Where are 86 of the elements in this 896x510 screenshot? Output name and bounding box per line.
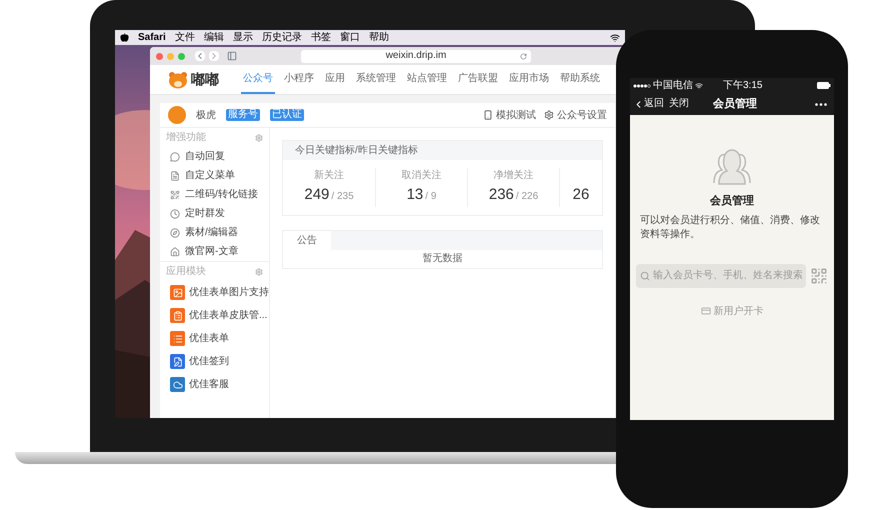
settings-icon bbox=[544, 110, 554, 120]
menu-item[interactable]: 编辑 bbox=[204, 32, 224, 42]
card-icon bbox=[700, 306, 710, 316]
stat-value: 26 bbox=[572, 185, 590, 205]
stat-label: 净增关注 bbox=[494, 168, 534, 182]
sidebar-item[interactable]: 优佳表单皮肤管... bbox=[160, 304, 269, 327]
qr-code-icon[interactable] bbox=[810, 266, 828, 284]
empty-message: 暂无数据 bbox=[422, 252, 462, 266]
stat-previous: / 226 bbox=[516, 190, 538, 204]
forward-icon[interactable] bbox=[209, 51, 219, 61]
account-name: 极虎 bbox=[196, 108, 216, 122]
back-icon[interactable] bbox=[195, 51, 205, 61]
menu-item[interactable]: 文件 bbox=[174, 32, 195, 42]
carrier-label: 中国电信 bbox=[653, 80, 693, 90]
sign-app-icon bbox=[170, 354, 185, 369]
logo-text: 嘟嘟 bbox=[191, 70, 219, 89]
maximize-icon[interactable] bbox=[178, 52, 185, 60]
house-icon bbox=[170, 246, 180, 256]
menu-item[interactable]: 窗口 bbox=[340, 32, 360, 42]
menu-item[interactable]: 帮助 bbox=[368, 32, 389, 42]
section-heading: 会员管理 bbox=[710, 194, 754, 209]
close-icon[interactable] bbox=[156, 52, 163, 60]
stat-value: 249 bbox=[304, 185, 330, 205]
compass-icon bbox=[170, 228, 180, 238]
apple-icon[interactable] bbox=[120, 33, 129, 42]
reload-icon[interactable] bbox=[520, 52, 527, 60]
more-icon[interactable] bbox=[815, 102, 827, 106]
nav-tab[interactable]: 帮助系统 bbox=[558, 65, 602, 94]
page-title: 会员管理 bbox=[713, 96, 757, 112]
image-app-icon bbox=[170, 285, 185, 300]
sidebar-item[interactable]: 优佳签到 bbox=[160, 350, 269, 373]
nav-tab[interactable]: 广告联盟 bbox=[456, 65, 500, 94]
menu-item[interactable]: 显示 bbox=[232, 32, 253, 42]
notice-tab[interactable]: 公告 bbox=[283, 230, 331, 250]
wifi-icon bbox=[610, 32, 620, 42]
avatar-icon bbox=[168, 106, 186, 124]
qr-code-icon bbox=[170, 190, 180, 200]
back-button[interactable]: 返回 bbox=[633, 98, 664, 110]
sidebar-item[interactable]: 优佳表单图片支持 bbox=[160, 281, 269, 304]
cloud-app-icon bbox=[170, 377, 185, 392]
header-link[interactable]: 模拟测试 bbox=[496, 108, 536, 122]
sidebar-item[interactable]: 自动回复 bbox=[160, 147, 269, 166]
menu-item[interactable]: Safari bbox=[138, 32, 166, 42]
header-link[interactable]: 公众号设置 bbox=[557, 108, 607, 122]
battery-icon bbox=[817, 82, 831, 89]
stat-previous: / 9 bbox=[425, 190, 436, 204]
nav-tab[interactable]: 应用 bbox=[323, 65, 347, 94]
stat-value: 236 bbox=[488, 185, 514, 205]
section-title: 应用模块 bbox=[166, 264, 206, 279]
sidebar-item[interactable]: 微官网-文章 bbox=[160, 242, 269, 261]
document-icon bbox=[170, 170, 180, 180]
stat-label: 新关注 bbox=[314, 168, 344, 182]
wifi-icon bbox=[695, 82, 703, 90]
card-title: 今日关键指标/昨日关键指标 bbox=[295, 144, 418, 158]
account-badge: 服务号 bbox=[226, 109, 260, 121]
description-text: 可以对会员进行积分、储值、消费、修改资料等操作。 bbox=[639, 214, 821, 242]
form-app-icon bbox=[170, 308, 185, 323]
signal-icon bbox=[633, 84, 651, 88]
sidebar-item[interactable]: 优佳客服 bbox=[160, 373, 269, 396]
sidebar-item[interactable]: 优佳表单 bbox=[160, 327, 269, 350]
menu-item[interactable]: 历史记录 bbox=[262, 32, 302, 42]
chat-bubble-icon bbox=[170, 152, 180, 162]
stat-value: 13 bbox=[406, 185, 424, 205]
clock-time: 下午3:15 bbox=[723, 80, 762, 90]
section-title: 增强功能 bbox=[166, 130, 206, 145]
search-icon bbox=[640, 270, 650, 280]
address-bar[interactable]: weixin.drip.im bbox=[301, 50, 531, 62]
phone-icon bbox=[483, 110, 493, 120]
sidebar-item[interactable]: 素材/编辑器 bbox=[160, 223, 269, 242]
sidebar-icon[interactable] bbox=[227, 51, 237, 61]
settings-icon[interactable] bbox=[255, 268, 263, 276]
nav-tab[interactable]: 应用市场 bbox=[507, 65, 551, 94]
list-app-icon bbox=[170, 331, 185, 346]
sidebar-item[interactable]: 自定义菜单 bbox=[160, 166, 269, 185]
menu-item[interactable]: 书签 bbox=[310, 32, 331, 42]
nav-tab[interactable]: 系统管理 bbox=[354, 65, 398, 94]
nav-tab[interactable]: 小程序 bbox=[282, 65, 316, 94]
nav-tab[interactable]: 站点管理 bbox=[405, 65, 449, 94]
account-badge: 已认证 bbox=[270, 109, 304, 121]
stat-label: 取消关注 bbox=[402, 168, 442, 182]
stat-previous: / 235 bbox=[331, 190, 354, 204]
close-link[interactable]: 关闭 bbox=[669, 99, 689, 109]
clock-icon bbox=[170, 208, 180, 218]
settings-icon[interactable] bbox=[255, 134, 263, 142]
sidebar-item[interactable]: 二维码/转化链接 bbox=[160, 185, 269, 204]
sidebar-item[interactable]: 定时群发 bbox=[160, 204, 269, 223]
